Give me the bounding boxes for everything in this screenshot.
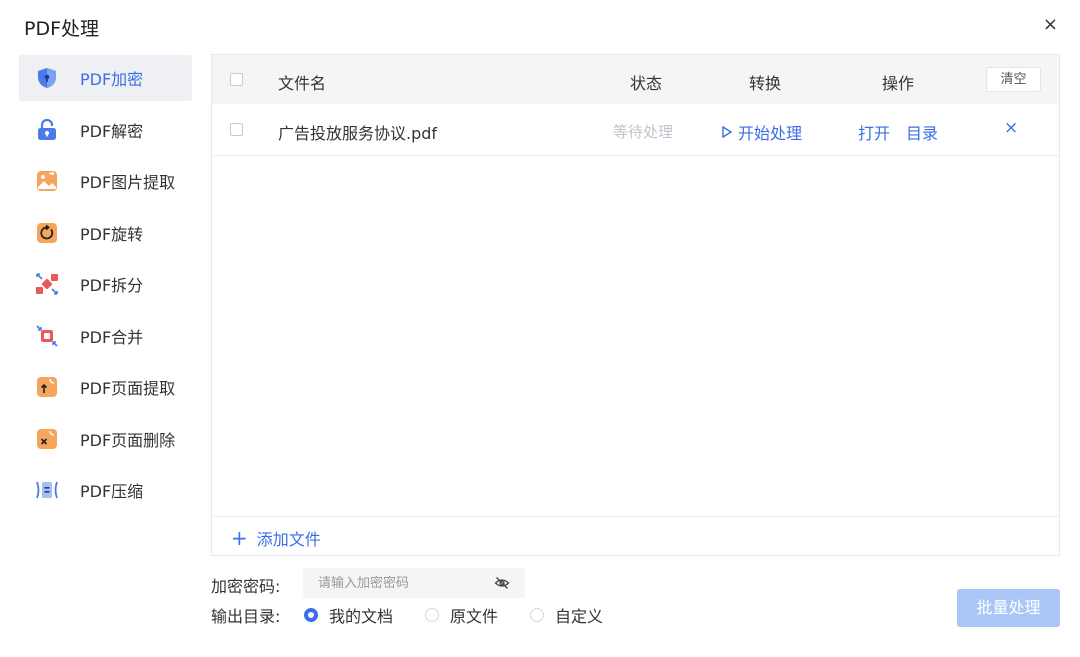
radio-original-file[interactable]: 原文件: [425, 603, 498, 627]
sidebar-item-merge[interactable]: PDF合并: [19, 313, 192, 359]
play-icon: [722, 126, 732, 138]
remove-file-icon[interactable]: ×: [1004, 118, 1018, 138]
page-extract-icon: [37, 377, 57, 397]
status-text: 等待处理: [613, 123, 674, 141]
radio-dot: [425, 608, 439, 622]
header-status: 状态: [630, 74, 663, 93]
window-title: PDF处理: [24, 18, 100, 40]
sidebar-item-label: PDF加密: [80, 70, 144, 89]
sidebar: PDF加密 PDF解密 PDF图片提取 PDF旋转 PDF拆分 PDF合并 PD…: [19, 55, 192, 519]
close-icon[interactable]: ×: [1043, 15, 1058, 35]
output-directory-label: 输出目录:: [211, 607, 281, 626]
table-footer: + 添加文件: [212, 516, 1059, 555]
table-header: 文件名 状态 转换 操作 清空: [212, 55, 1059, 104]
sidebar-item-label: PDF合并: [80, 327, 144, 347]
password-label: 加密密码:: [211, 577, 281, 596]
header-filename: 文件名: [278, 74, 327, 93]
compress-icon: [36, 481, 58, 499]
header-convert: 转换: [749, 74, 782, 93]
select-all-checkbox[interactable]: [230, 73, 243, 86]
rotate-icon: [37, 222, 57, 243]
file-name: 广告投放服务协议.pdf: [278, 124, 438, 143]
image-extract-icon: [37, 171, 57, 191]
sidebar-item-label: PDF图片提取: [80, 173, 176, 192]
sidebar-item-image-extract[interactable]: PDF图片提取: [19, 158, 192, 204]
split-icon: [36, 273, 58, 295]
plus-icon: +: [231, 526, 248, 550]
batch-process-button[interactable]: 批量处理: [957, 589, 1060, 627]
sidebar-item-compress[interactable]: PDF压缩: [19, 467, 192, 513]
add-file-button[interactable]: + 添加文件: [231, 526, 321, 550]
radio-dot: [304, 608, 318, 622]
password-input[interactable]: [303, 568, 525, 598]
sidebar-item-page-extract[interactable]: PDF页面提取: [19, 364, 192, 410]
eye-hidden-icon[interactable]: [494, 575, 510, 591]
sidebar-item-label: PDF页面删除: [80, 430, 176, 450]
sidebar-item-label: PDF压缩: [80, 482, 144, 501]
header-actions: 操作: [882, 74, 915, 93]
sidebar-item-decrypt[interactable]: PDF解密: [19, 107, 192, 153]
add-file-label: 添加文件: [256, 530, 321, 549]
file-list-panel: 文件名 状态 转换 操作 清空 广告投放服务协议.pdf 等待处理 开始处理 打…: [211, 54, 1060, 556]
table-row: 广告投放服务协议.pdf 等待处理 开始处理 打开 目录 ×: [212, 104, 1059, 156]
clear-button[interactable]: 清空: [986, 67, 1041, 92]
merge-icon: [36, 324, 58, 347]
sidebar-item-label: PDF解密: [80, 121, 144, 141]
sidebar-item-page-delete[interactable]: PDF页面删除: [19, 416, 192, 462]
sidebar-item-encrypt[interactable]: PDF加密: [19, 55, 192, 101]
sidebar-item-label: PDF旋转: [80, 224, 144, 244]
radio-label: 自定义: [555, 607, 604, 626]
radio-dot: [530, 608, 544, 622]
open-directory-link[interactable]: 目录: [906, 120, 938, 144]
open-file-link[interactable]: 打开: [858, 120, 890, 144]
radio-label: 我的文档: [329, 607, 394, 626]
sidebar-item-split[interactable]: PDF拆分: [19, 261, 192, 307]
sidebar-item-rotate[interactable]: PDF旋转: [19, 210, 192, 256]
unlock-icon: [38, 118, 56, 140]
shield-lock-icon: [38, 68, 56, 88]
page-delete-icon: [37, 428, 57, 449]
sidebar-item-label: PDF页面提取: [80, 379, 176, 398]
start-process-label: 开始处理: [738, 124, 803, 143]
row-checkbox[interactable]: [230, 123, 243, 136]
radio-custom[interactable]: 自定义: [530, 603, 603, 627]
radio-label: 原文件: [450, 607, 499, 626]
start-process-button[interactable]: 开始处理: [722, 120, 802, 144]
radio-my-documents[interactable]: 我的文档: [304, 603, 393, 627]
sidebar-item-label: PDF拆分: [80, 276, 144, 295]
